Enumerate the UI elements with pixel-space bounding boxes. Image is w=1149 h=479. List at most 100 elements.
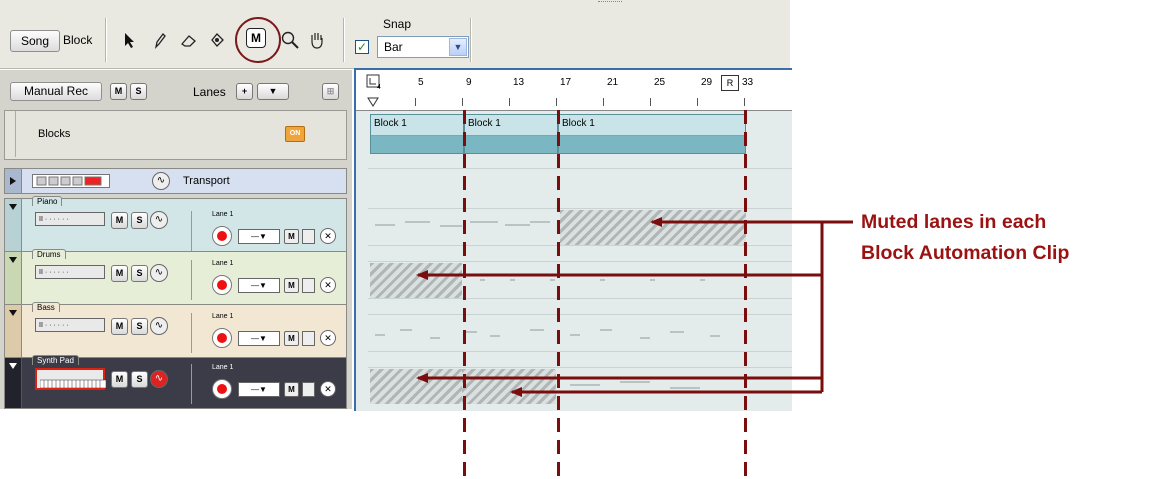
right-locator-icon[interactable]: R <box>721 75 739 91</box>
lane-label: Lane 1 <box>212 260 234 267</box>
chevron-down-icon[interactable]: ▼ <box>449 38 467 56</box>
delete-lane-icon[interactable]: ✕ <box>320 228 336 244</box>
track-solo-button[interactable]: S <box>131 265 148 282</box>
blocks-track-handle[interactable] <box>9 111 16 157</box>
lane-mute-button[interactable]: M <box>284 278 299 293</box>
block-clip[interactable]: Block 1 <box>370 114 464 154</box>
track-solo-button[interactable]: S <box>131 212 148 229</box>
track-name-tab[interactable]: Drums <box>32 249 66 259</box>
record-button[interactable] <box>212 328 232 348</box>
record-button[interactable] <box>212 226 232 246</box>
delete-lane-icon[interactable]: ✕ <box>320 330 336 346</box>
snap-label: Snap <box>383 17 412 31</box>
magnify-icon[interactable] <box>279 29 301 51</box>
track-name: Bass <box>37 303 55 312</box>
arrow-icon[interactable] <box>118 29 140 51</box>
automation-icon[interactable]: ∿ <box>150 317 168 335</box>
track-solo-button[interactable]: S <box>131 371 148 388</box>
ruler-number: 13 <box>513 77 525 88</box>
lane-dropdown[interactable]: —▼ <box>238 331 280 346</box>
track-name-tab[interactable]: Bass <box>32 302 60 312</box>
blocks-label: Blocks <box>38 128 71 140</box>
lane-label: Lane 1 <box>212 364 234 371</box>
ruler-tick <box>603 98 604 106</box>
transport-automation-icon[interactable]: ∿ <box>152 172 170 190</box>
left-locator-sub: 4 <box>377 84 381 91</box>
add-lane-button[interactable]: + <box>236 83 253 100</box>
track-mute-button[interactable]: M <box>111 212 128 229</box>
global-solo-button[interactable]: S <box>130 83 147 100</box>
automation-icon[interactable]: ∿ <box>150 211 168 229</box>
track-bass: II · · · · · · M S ∿ Lane 1 —▼ M ✕ <box>4 304 347 358</box>
lane-divider <box>368 168 792 169</box>
record-button[interactable] <box>212 275 232 295</box>
track-mute-button[interactable]: M <box>111 265 128 282</box>
block-clip-header[interactable]: Block 1 <box>559 115 745 136</box>
ruler-tick <box>509 98 510 106</box>
ruler[interactable]: 4 5 9 13 17 21 25 29 R 33 <box>356 70 792 111</box>
collapse-track-icon[interactable] <box>5 252 22 304</box>
record-button[interactable] <box>212 379 232 399</box>
lane-type-dropdown[interactable]: ▼ <box>257 83 289 100</box>
lane-mute-button[interactable]: M <box>284 331 299 346</box>
block-boundary-marker <box>744 110 747 479</box>
global-mute-button[interactable]: M <box>110 83 127 100</box>
track-name-tab[interactable]: Synth Pad <box>32 355 79 365</box>
block-clip-label: Block 1 <box>562 118 595 129</box>
hand-icon[interactable] <box>306 29 328 51</box>
sequencer-area[interactable]: 4 5 9 13 17 21 25 29 R 33 Block 1 Block … <box>354 68 792 479</box>
track-mini-keyboard <box>35 368 107 390</box>
left-locator-icon[interactable] <box>366 74 382 110</box>
annotation-line-2: Block Automation Clip <box>861 242 1070 264</box>
mute-tool-glyph: M <box>251 31 261 45</box>
lane-options-icon[interactable]: ⊞ <box>322 83 339 100</box>
track-name-tab[interactable]: Piano <box>32 196 63 206</box>
collapse-track-icon[interactable] <box>5 305 22 357</box>
lane-dropdown[interactable]: —▼ <box>238 278 280 293</box>
track-name: Synth Pad <box>37 356 74 365</box>
lane-dropdown[interactable]: —▼ <box>238 229 280 244</box>
m-label: M <box>114 86 123 96</box>
block-track-row: Block 1 Block 1 Block 1 <box>370 114 806 154</box>
toolbar-separator <box>470 18 472 62</box>
ruler-number: 33 <box>742 77 754 88</box>
lane-label: Lane 1 <box>212 313 234 320</box>
block-clip-header[interactable]: Block 1 <box>371 115 463 136</box>
track-solo-button[interactable]: S <box>131 318 148 335</box>
eraser-icon[interactable] <box>178 29 200 51</box>
snap-checkbox[interactable]: ✓ <box>355 40 369 54</box>
block-clip[interactable]: Block 1 <box>464 114 558 154</box>
block-boundary-marker <box>557 110 560 479</box>
lane-mute-button[interactable]: M <box>284 382 299 397</box>
automation-icon[interactable]: ∿ <box>150 264 168 282</box>
song-button[interactable]: Song <box>10 30 60 52</box>
pencil-icon[interactable] <box>148 29 170 51</box>
lane-1: Lane 1 —▼ M ✕ <box>191 313 349 353</box>
lane-dropdown[interactable]: —▼ <box>238 382 280 397</box>
song-label: Song <box>20 34 50 48</box>
snap-select[interactable]: Bar ▼ <box>377 36 469 58</box>
track-mute-button[interactable]: M <box>111 318 128 335</box>
blocks-on-button[interactable]: ON <box>285 126 305 142</box>
block-clip-header[interactable]: Block 1 <box>465 115 557 136</box>
mute-tool-icon[interactable]: M <box>246 28 266 48</box>
transport-label: Transport <box>183 175 230 187</box>
delete-lane-icon[interactable]: ✕ <box>320 277 336 293</box>
collapse-track-icon[interactable] <box>5 358 22 408</box>
transport-mini-controls[interactable] <box>32 174 110 188</box>
track-mute-button[interactable]: M <box>111 371 128 388</box>
lane-meter <box>302 229 315 244</box>
razor-icon[interactable] <box>206 29 228 51</box>
block-clip[interactable]: Block 1 <box>558 114 746 154</box>
lane-mute-button[interactable]: M <box>284 229 299 244</box>
delete-lane-icon[interactable]: ✕ <box>320 381 336 397</box>
toolbar-grip[interactable] <box>598 1 622 6</box>
manual-rec-button[interactable]: Manual Rec <box>10 82 102 101</box>
ruler-number: 25 <box>654 77 666 88</box>
plus-label: + <box>241 86 248 96</box>
s-label: S <box>135 86 142 96</box>
automation-icon[interactable]: ∿ <box>150 370 168 388</box>
expand-transport-icon[interactable] <box>5 169 22 193</box>
collapse-track-icon[interactable] <box>5 199 22 251</box>
lane-meter <box>302 382 315 397</box>
